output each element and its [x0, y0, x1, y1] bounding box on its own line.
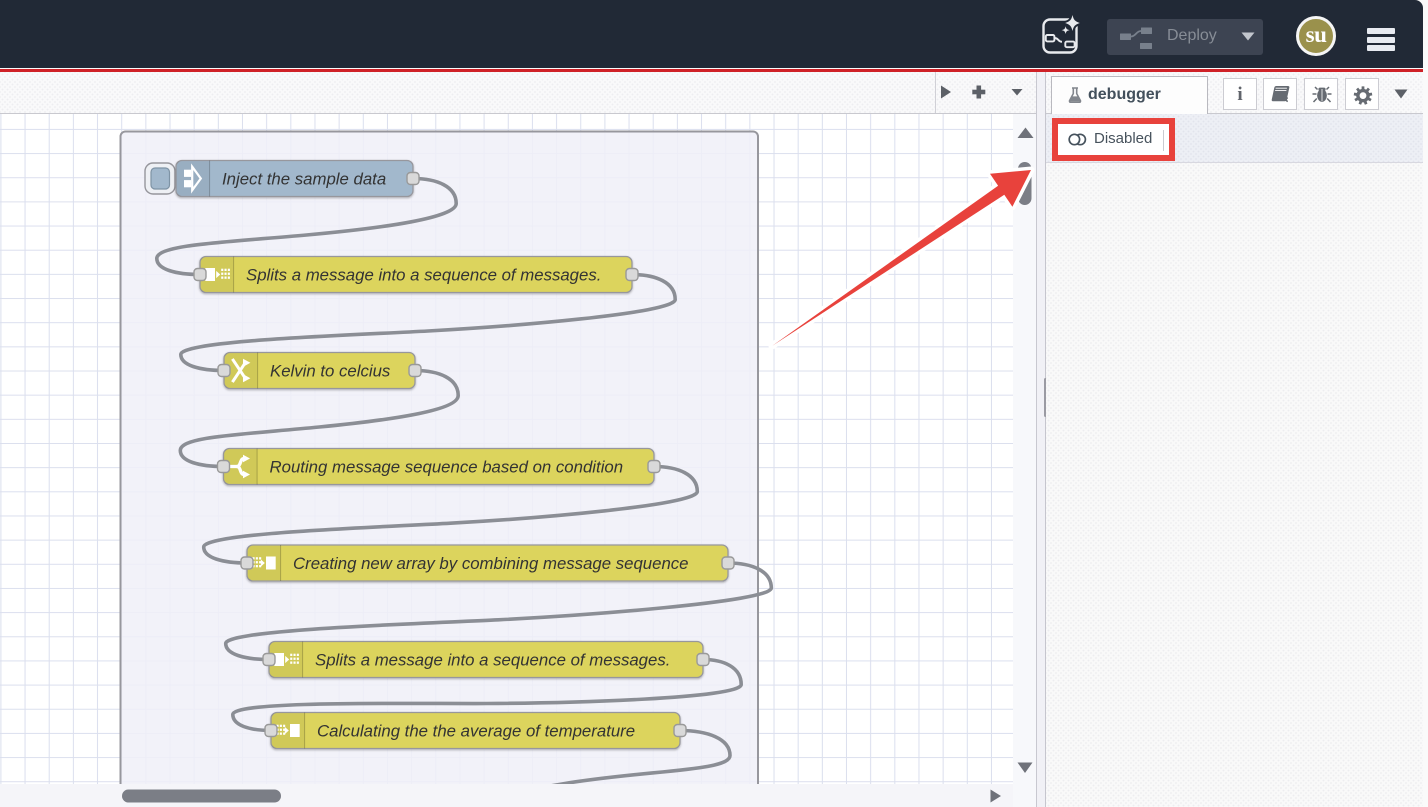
svg-text:Splits a message into a sequen: Splits a message into a sequence of mess…	[315, 651, 670, 670]
svg-text:Kelvin to celcius: Kelvin to celcius	[270, 362, 391, 381]
svg-text:Calculating the the average of: Calculating the the average of temperatu…	[317, 722, 635, 741]
svg-text:Splits a message into a sequen: Splits a message into a sequence of mess…	[246, 266, 601, 285]
svg-text:Creating new array by combinin: Creating new array by combining message …	[293, 554, 689, 573]
svg-text:Inject the sample data: Inject the sample data	[222, 170, 386, 189]
svg-text:Routing message sequence based: Routing message sequence based on condit…	[270, 458, 624, 477]
svg-text:i: i	[1237, 86, 1242, 104]
